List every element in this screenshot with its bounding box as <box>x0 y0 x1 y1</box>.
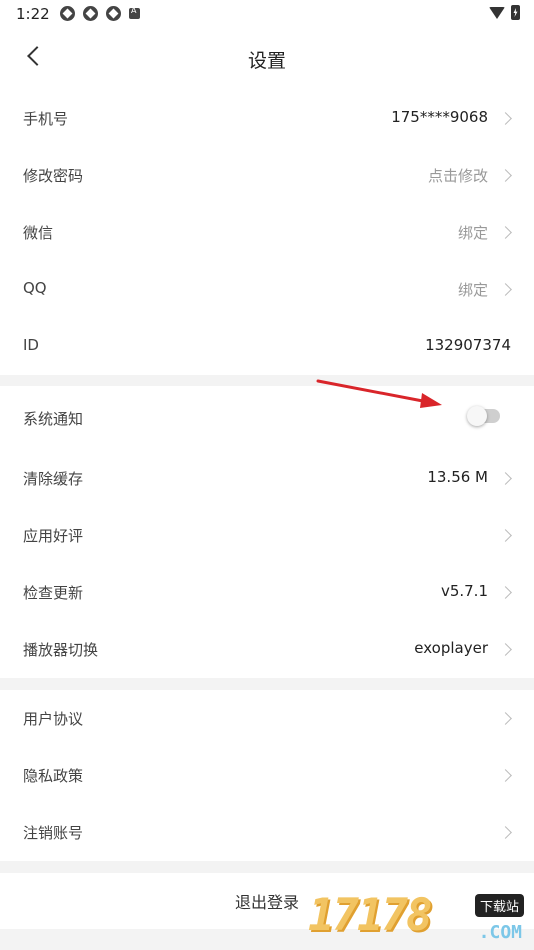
setting-value: exoplayer <box>414 639 488 657</box>
setting-label: 清除缓存 <box>23 470 84 488</box>
watermark-domain: .COM <box>478 922 522 943</box>
setting-label: 应用好评 <box>23 527 84 545</box>
setting-label: 播放器切换 <box>23 641 99 659</box>
setting-label: 隐私政策 <box>23 767 84 785</box>
setting-row-player-switch[interactable]: 播放器切换 exoplayer <box>0 621 534 678</box>
battery-charging-icon <box>511 5 520 20</box>
app-notification-icon <box>83 6 98 21</box>
setting-value: 132907374 <box>425 336 511 354</box>
account-settings-group: 手机号 175****9068 修改密码 点击修改 微信 绑定 QQ 绑定 ID… <box>0 90 534 375</box>
legal-settings-group: 用户协议 隐私政策 注销账号 <box>0 690 534 861</box>
setting-row-change-password[interactable]: 修改密码 点击修改 <box>0 147 534 204</box>
setting-label: 检查更新 <box>23 584 84 602</box>
status-bar: 1:22 <box>0 0 534 28</box>
setting-value: 175****9068 <box>391 108 488 126</box>
app-notification-icon <box>106 6 121 21</box>
wifi-icon <box>489 6 505 19</box>
status-time: 1:22 <box>16 5 50 23</box>
setting-row-user-agreement[interactable]: 用户协议 <box>0 690 534 747</box>
toggle-knob <box>467 406 487 426</box>
setting-row-wechat[interactable]: 微信 绑定 <box>0 204 534 261</box>
setting-value: 绑定 <box>457 224 488 242</box>
setting-row-qq[interactable]: QQ 绑定 <box>0 261 534 318</box>
chevron-right-icon <box>499 226 512 239</box>
chevron-right-icon <box>499 472 512 485</box>
setting-label: 手机号 <box>23 110 69 128</box>
chevron-right-icon <box>499 826 512 839</box>
app-settings-group: 系统通知 清除缓存 13.56 M 应用好评 检查更新 v5.7.1 播放器切换… <box>0 386 534 678</box>
setting-row-rate-app[interactable]: 应用好评 <box>0 507 534 564</box>
chevron-right-icon <box>499 769 512 782</box>
app-notification-icon <box>60 6 75 21</box>
setting-value: 点击修改 <box>427 167 488 185</box>
logout-label: 退出登录 <box>234 893 299 912</box>
app-header: 设置 <box>0 28 534 90</box>
site-watermark: 17178 下载站 .COM <box>308 888 530 948</box>
setting-label: 用户协议 <box>23 710 84 728</box>
setting-label: 修改密码 <box>23 167 84 185</box>
setting-label: QQ <box>23 279 47 297</box>
notification-icons <box>60 6 140 21</box>
watermark-tag: 下载站 <box>474 894 524 917</box>
annotation-arrow-icon <box>316 379 442 408</box>
notification-toggle[interactable] <box>467 406 500 426</box>
chevron-right-icon <box>499 643 512 656</box>
setting-row-system-notification: 系统通知 <box>0 386 534 450</box>
setting-label: 系统通知 <box>23 410 84 428</box>
chevron-right-icon <box>499 112 512 125</box>
chevron-right-icon <box>499 586 512 599</box>
setting-value: v5.7.1 <box>440 582 488 600</box>
setting-row-clear-cache[interactable]: 清除缓存 13.56 M <box>0 450 534 507</box>
setting-label: 注销账号 <box>23 824 84 842</box>
watermark-number: 17178 <box>308 890 432 941</box>
chevron-right-icon <box>499 283 512 296</box>
system-icons <box>489 5 520 20</box>
setting-value: 绑定 <box>457 281 488 299</box>
setting-row-privacy-policy[interactable]: 隐私政策 <box>0 747 534 804</box>
setting-label: 微信 <box>23 224 54 242</box>
chevron-right-icon <box>499 712 512 725</box>
chevron-right-icon <box>499 169 512 182</box>
setting-label: ID <box>23 336 39 354</box>
setting-row-id: ID 132907374 <box>0 318 534 375</box>
setting-row-delete-account[interactable]: 注销账号 <box>0 804 534 861</box>
chevron-right-icon <box>499 529 512 542</box>
page-title: 设置 <box>247 50 286 72</box>
setting-row-phone[interactable]: 手机号 175****9068 <box>0 90 534 147</box>
keyboard-notification-icon <box>129 6 140 19</box>
setting-row-check-update[interactable]: 检查更新 v5.7.1 <box>0 564 534 621</box>
setting-value: 13.56 M <box>427 468 488 486</box>
